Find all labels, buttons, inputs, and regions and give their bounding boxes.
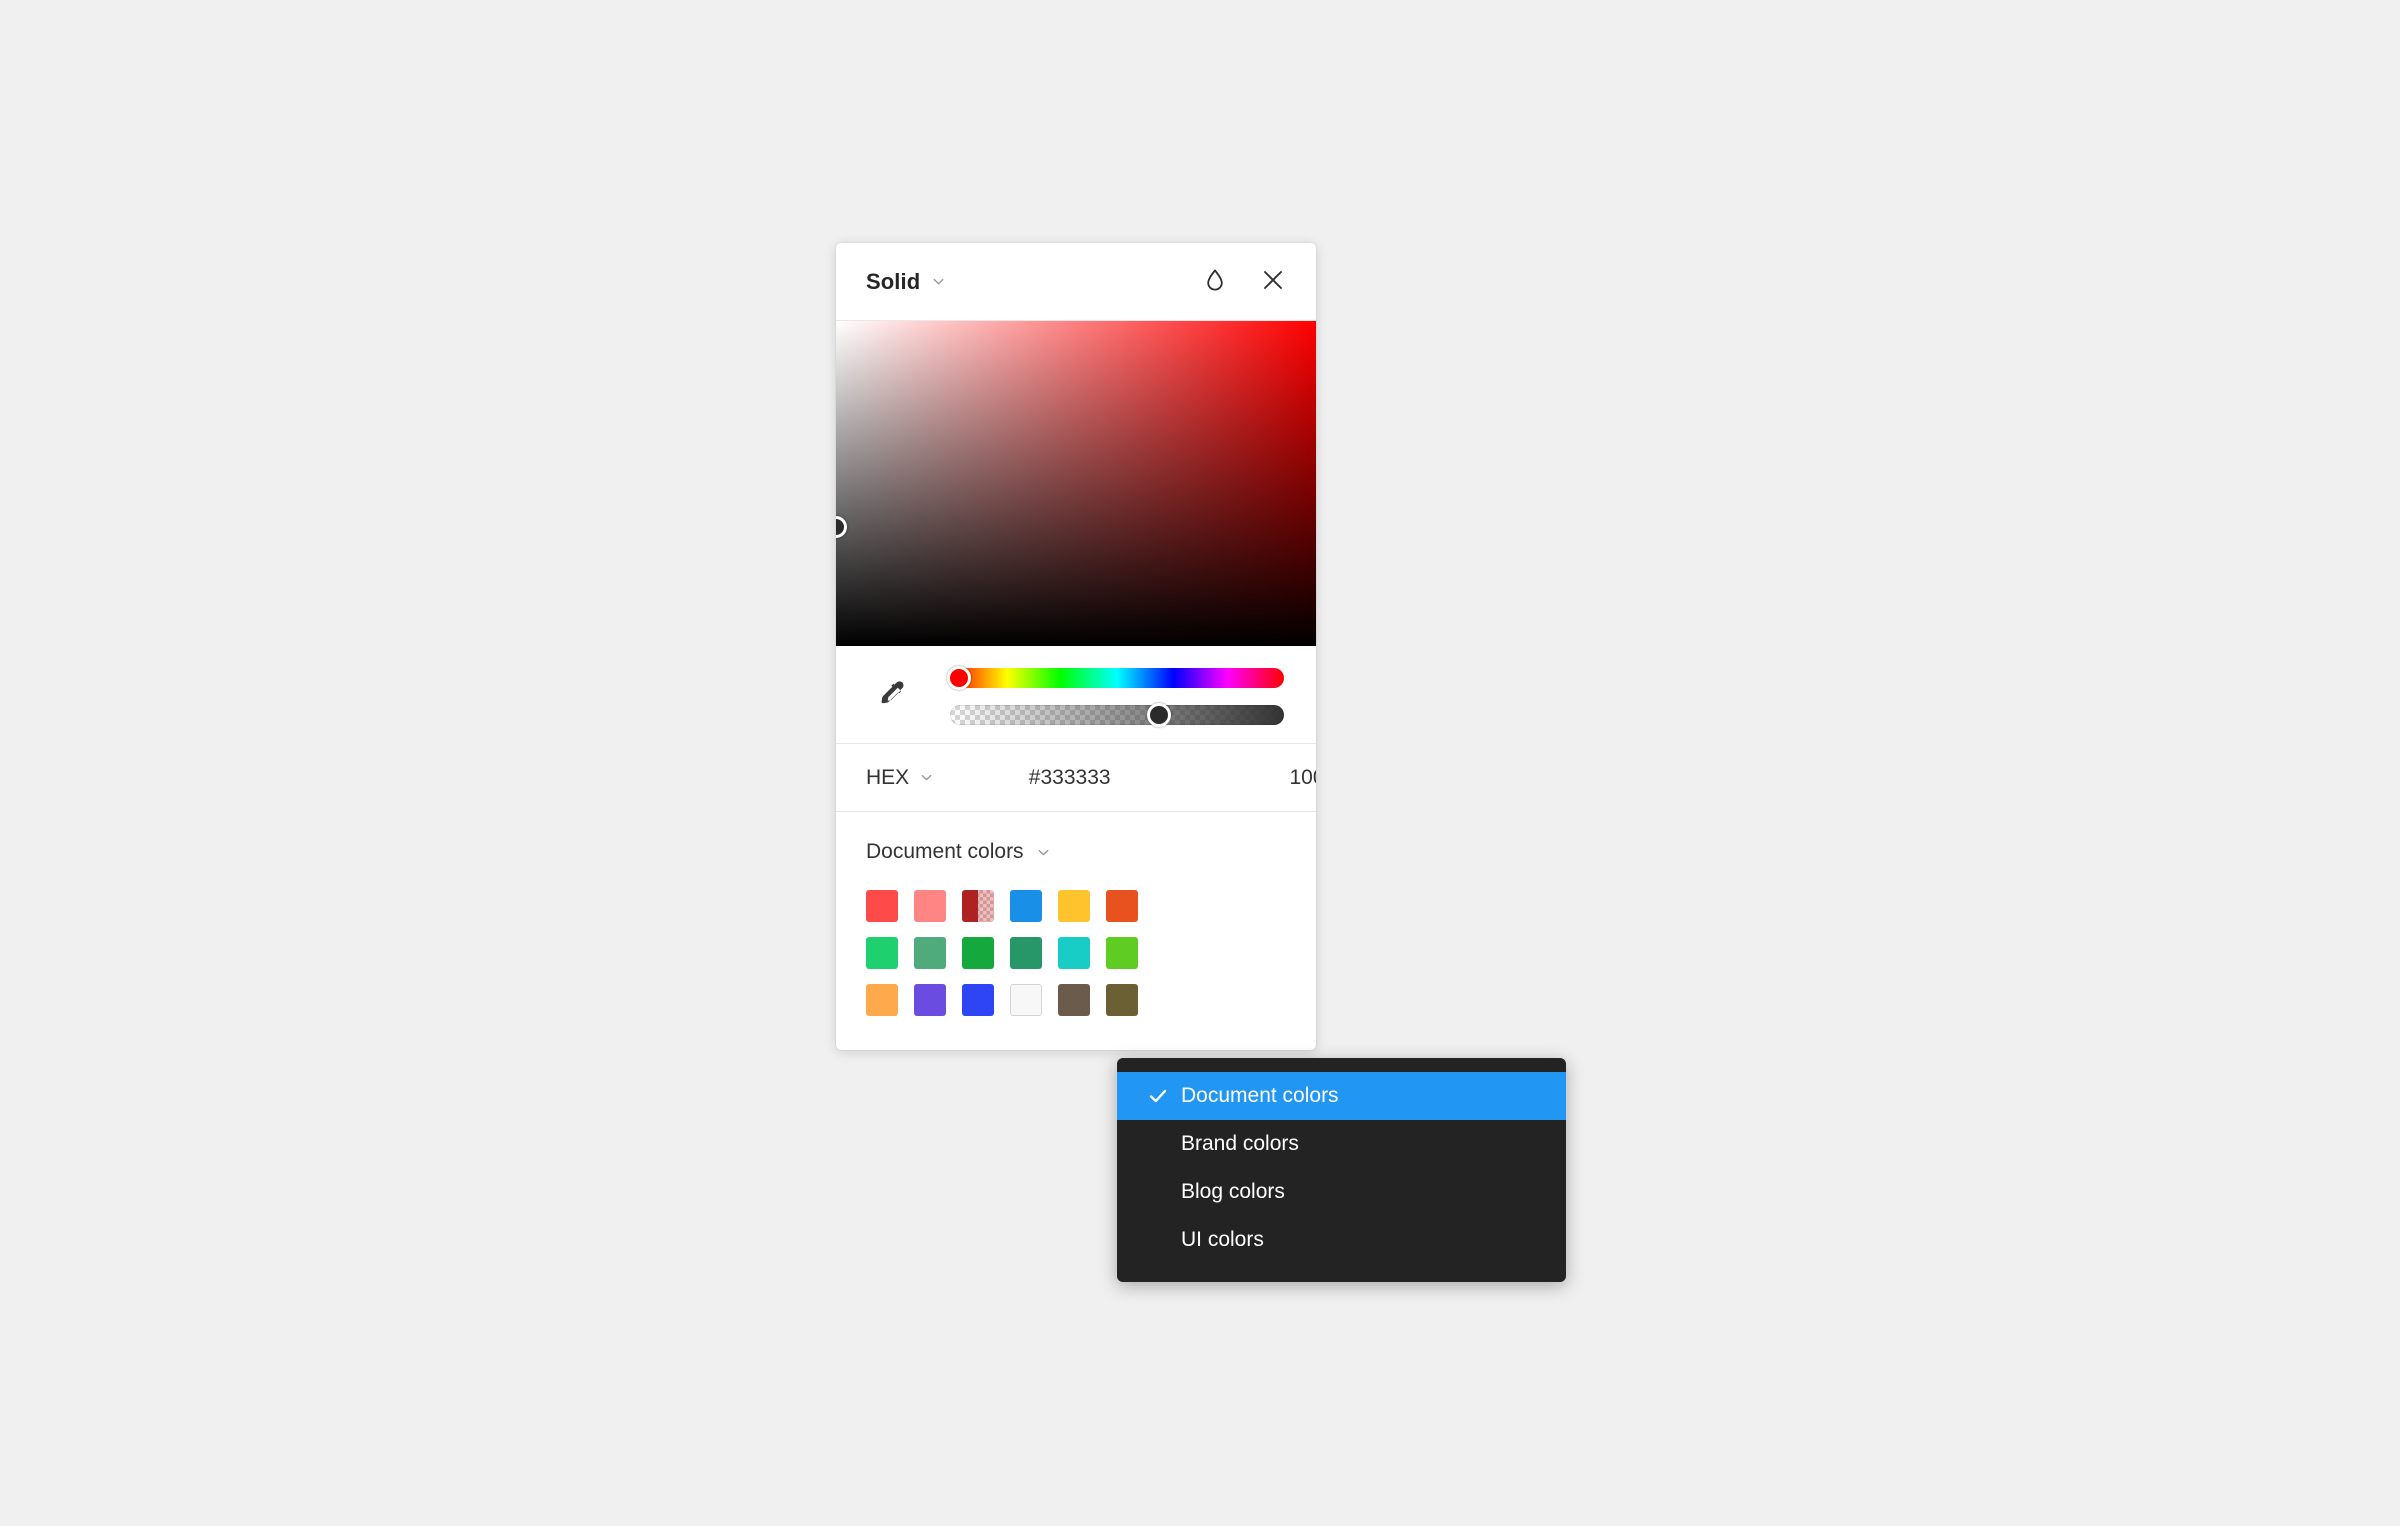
color-swatch[interactable] [1058,890,1090,922]
color-swatch[interactable] [914,890,946,922]
slider-stack [944,666,1284,727]
droplet-button[interactable] [1200,267,1230,297]
color-swatch[interactable] [914,984,946,1016]
palette-menu-item[interactable]: Brand colors [1117,1120,1566,1168]
fill-mode-select[interactable]: Solid [866,269,946,295]
color-swatch[interactable] [866,890,898,922]
swatch-solid-half [962,890,978,922]
color-swatch[interactable] [866,984,898,1016]
hue-slider-knob[interactable] [947,666,971,690]
hue-slider[interactable] [947,666,1284,690]
close-icon [1261,268,1285,295]
color-swatch[interactable] [1010,984,1042,1016]
eyedropper-button[interactable] [874,675,918,719]
palette-menu-item-label: UI colors [1181,1228,1264,1251]
color-swatch[interactable] [962,890,994,922]
palette-section: Document colors [836,812,1316,1050]
alpha-slider-knob[interactable] [1147,703,1171,727]
color-swatch[interactable] [962,984,994,1016]
color-swatch[interactable] [1106,937,1138,969]
swatch-grid [866,890,1286,1016]
palette-dropdown-menu: Document colors Brand colors Blog colors UI… [1117,1058,1566,1282]
color-format-label: HEX [866,765,910,789]
palette-menu-item[interactable]: Document colors [1117,1072,1566,1120]
droplet-icon [1204,268,1226,295]
color-swatch[interactable] [914,937,946,969]
eyedropper-icon [879,678,913,715]
alpha-slider[interactable] [950,703,1284,727]
color-swatch[interactable] [1106,890,1138,922]
hex-input[interactable] [934,765,1258,790]
header-actions [1200,267,1288,297]
palette-menu-item-label: Blog colors [1181,1180,1285,1203]
color-swatch[interactable] [1010,890,1042,922]
color-swatch[interactable] [1010,937,1042,969]
chevron-down-icon [919,770,934,785]
color-value-row: HEX [836,744,1316,812]
palette-menu-item[interactable]: UI colors [1117,1216,1566,1264]
chevron-down-icon [1036,845,1051,860]
color-swatch[interactable] [1106,984,1138,1016]
color-picker-panel: Solid HEX #333333 100% Document colors [836,243,1316,1050]
picker-header: Solid [836,243,1316,321]
opacity-input[interactable] [1257,765,1316,790]
color-swatch[interactable] [1058,984,1090,1016]
chevron-down-icon [931,274,946,289]
color-format-select[interactable]: HEX [866,766,934,790]
palette-select[interactable]: Document colors [866,840,1286,864]
palette-label: Document colors [866,840,1024,863]
color-swatch[interactable] [962,937,994,969]
close-button[interactable] [1258,267,1288,297]
check-icon [1147,1085,1181,1107]
palette-menu-item-label: Document colors [1181,1084,1339,1107]
color-swatch[interactable] [1058,937,1090,969]
sliders-block [836,646,1316,744]
palette-menu-item-label: Brand colors [1181,1132,1299,1155]
fill-mode-label: Solid [866,268,921,294]
palette-menu-item[interactable]: Blog colors [1117,1168,1566,1216]
color-swatch[interactable] [866,937,898,969]
saturation-value-area[interactable] [836,321,1316,646]
saturation-value-handle[interactable] [836,516,847,538]
